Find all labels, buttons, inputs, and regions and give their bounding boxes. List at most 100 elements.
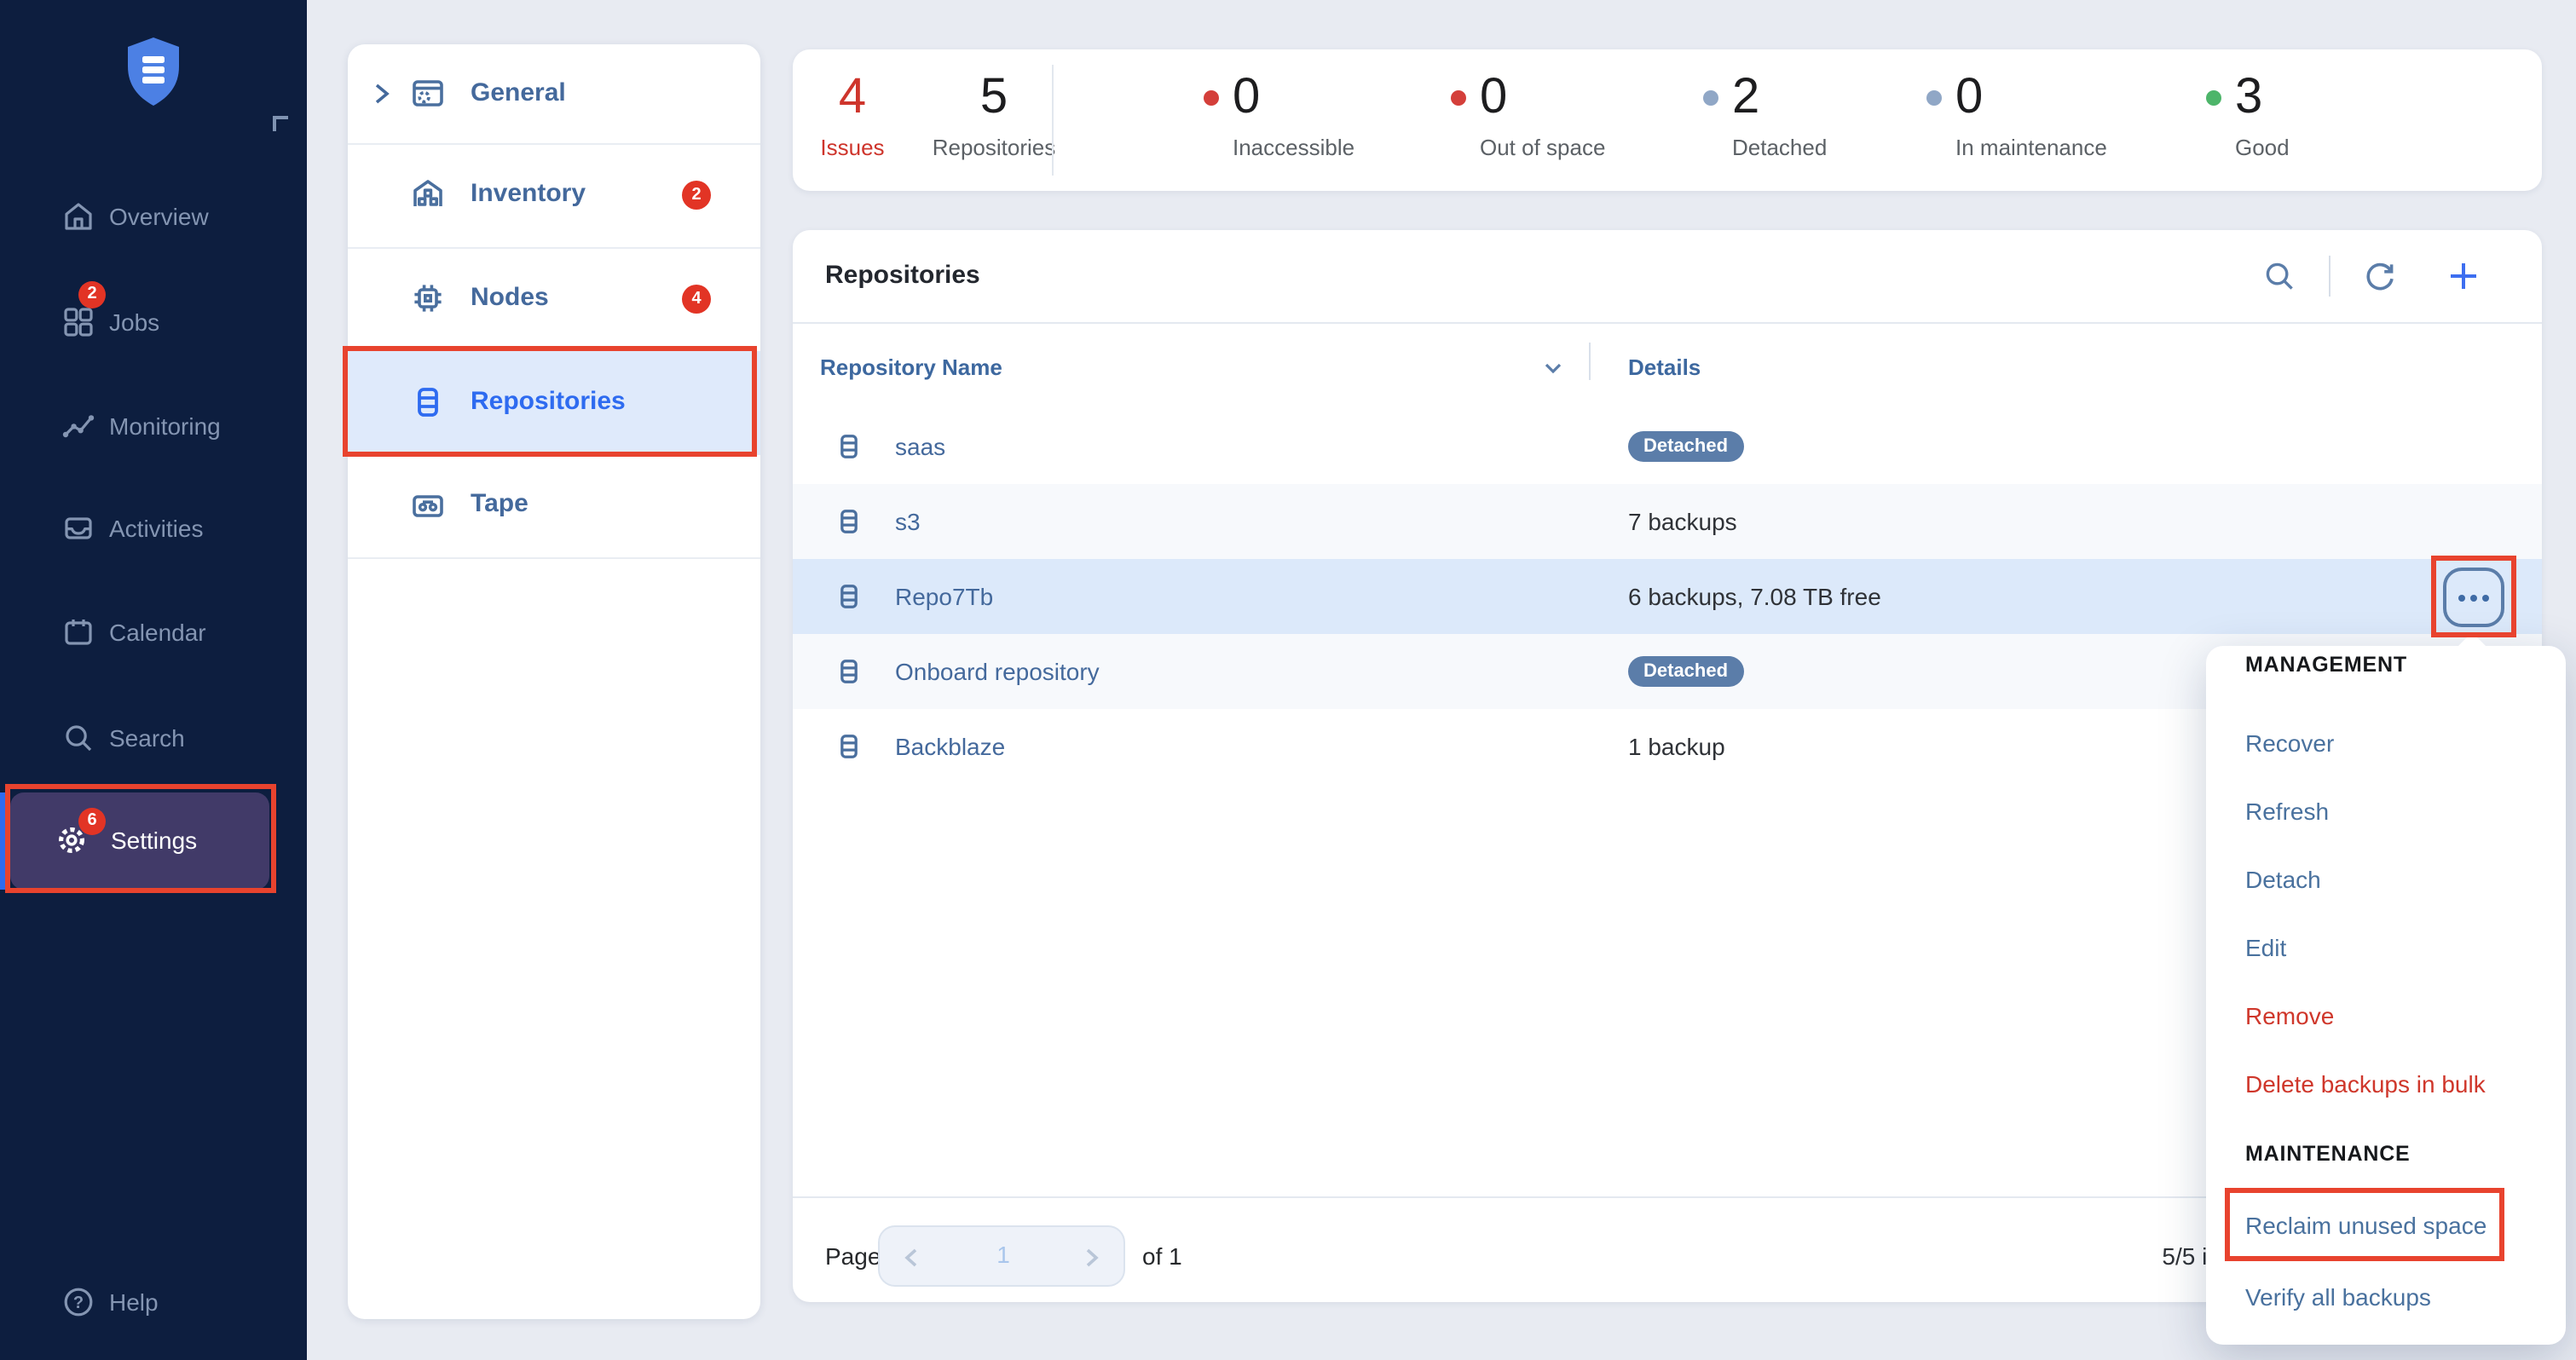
search-icon[interactable] xyxy=(2262,259,2296,293)
help-icon: ? xyxy=(61,1285,95,1319)
status-dot-gray xyxy=(1926,90,1942,106)
settings-badge: 6 xyxy=(78,808,106,835)
plus-icon[interactable] xyxy=(2446,259,2481,293)
database-icon xyxy=(834,506,864,537)
repository-details: 7 backups xyxy=(1628,484,1737,559)
sidebar-item-label: Calendar xyxy=(109,598,206,666)
subnav-item-inventory[interactable]: Inventory 2 xyxy=(348,143,760,247)
sidebar-item-label: Jobs xyxy=(109,288,159,356)
sort-chevron-icon[interactable] xyxy=(1543,361,1563,375)
monitoring-icon xyxy=(61,409,95,443)
table-row-s3[interactable]: s3 7 backups xyxy=(793,484,2542,559)
stat-issues: 4 Issues xyxy=(800,68,905,160)
sidebar-item-label: Overview xyxy=(109,182,209,251)
chevron-right-icon[interactable] xyxy=(1084,1248,1100,1268)
menu-item-refresh[interactable]: Refresh xyxy=(2245,798,2329,827)
window-gear-icon xyxy=(409,75,447,112)
database-icon xyxy=(834,656,864,687)
sidebar-item-label: Settings xyxy=(111,792,197,890)
menu-item-detach[interactable]: Detach xyxy=(2245,866,2321,895)
calendar-icon xyxy=(61,615,95,649)
sidebar-item-search[interactable]: Search xyxy=(0,704,307,772)
stat-label: Out of space xyxy=(1480,135,1605,160)
subnav-item-repositories[interactable]: Repositories xyxy=(348,351,760,455)
shield-logo xyxy=(124,36,182,107)
stat-good: 3 Good xyxy=(2235,68,2290,160)
repository-name[interactable]: saas xyxy=(895,409,945,484)
stat-detached: 2 Detached xyxy=(1732,68,1827,160)
refresh-icon[interactable] xyxy=(2363,259,2397,293)
status-badge: Detached xyxy=(1628,656,1743,687)
repository-name[interactable]: s3 xyxy=(895,484,921,559)
subnav-item-nodes[interactable]: Nodes 4 xyxy=(348,247,760,351)
row-actions-ellipsis-button[interactable] xyxy=(2443,568,2504,627)
sidebar-item-settings[interactable]: 6 Settings xyxy=(10,792,269,890)
subnav-item-label: General xyxy=(471,78,566,107)
pagination-control: 1 xyxy=(878,1225,1125,1287)
subnav-item-label: Repositories xyxy=(471,387,626,416)
status-dot-green xyxy=(2206,90,2221,106)
status-badge: Detached xyxy=(1628,431,1743,462)
repository-details: 6 backups, 7.08 TB free xyxy=(1628,559,1881,634)
sidebar-item-activities[interactable]: Activities xyxy=(0,494,307,562)
database-icon xyxy=(409,383,447,421)
subnav-item-label: Nodes xyxy=(471,283,549,312)
sidebar-item-label: Search xyxy=(109,704,185,772)
database-icon xyxy=(834,731,864,762)
repository-name[interactable]: Onboard repository xyxy=(895,634,1100,709)
stat-label: Issues xyxy=(800,135,905,160)
repositories-summary-card: 4 Issues 5 Repositories 0 Inaccessible 0… xyxy=(793,49,2542,191)
settings-subnav: General Inventory 2 xyxy=(348,44,760,1319)
sidebar-item-help[interactable]: ? Help xyxy=(0,1268,307,1336)
stat-value: 0 xyxy=(1955,68,2107,126)
stat-value: 2 xyxy=(1732,68,1827,126)
sidebar-item-monitoring[interactable]: Monitoring xyxy=(0,392,307,460)
sidebar-item-overview[interactable]: Overview xyxy=(0,182,307,251)
menu-item-remove[interactable]: Remove xyxy=(2245,1002,2334,1031)
menu-item-recover[interactable]: Recover xyxy=(2245,729,2334,758)
menu-item-reclaim-unused-space[interactable]: Reclaim unused space xyxy=(2245,1212,2486,1241)
database-icon xyxy=(834,581,864,612)
divider xyxy=(348,557,760,559)
sidebar-item-calendar[interactable]: Calendar xyxy=(0,598,307,666)
subnav-item-tape[interactable]: Tape xyxy=(348,455,760,557)
sidebar-item-jobs[interactable]: 2 Jobs xyxy=(0,288,307,356)
row-actions-context-menu: MANAGEMENT Recover Refresh Detach Edit R… xyxy=(2206,646,2566,1345)
inbox-icon xyxy=(61,511,95,545)
nodes-badge: 4 xyxy=(682,285,711,314)
repository-name[interactable]: Repo7Tb xyxy=(895,559,993,634)
collapse-corner-icon[interactable] xyxy=(273,116,288,131)
subnav-item-label: Inventory xyxy=(471,179,586,208)
subnav-item-label: Tape xyxy=(471,489,528,518)
menu-item-edit[interactable]: Edit xyxy=(2245,934,2286,963)
menu-item-verify-all-backups[interactable]: Verify all backups xyxy=(2245,1283,2431,1312)
inventory-badge: 2 xyxy=(682,181,711,210)
stat-label: Detached xyxy=(1732,135,1827,160)
menu-item-delete-backups-in-bulk[interactable]: Delete backups in bulk xyxy=(2245,1070,2486,1099)
search-icon xyxy=(61,721,95,755)
status-dot-gray xyxy=(1703,90,1718,106)
stat-label: In maintenance xyxy=(1955,135,2107,160)
page-label: Page xyxy=(825,1239,881,1273)
subnav-item-general[interactable]: General xyxy=(348,44,760,143)
divider xyxy=(793,322,2542,324)
table-row-repo7tb[interactable]: Repo7Tb 6 backups, 7.08 TB free xyxy=(793,559,2542,634)
warehouse-icon xyxy=(409,176,447,213)
page-of-label: of 1 xyxy=(1142,1239,1182,1273)
stat-in-maintenance: 0 In maintenance xyxy=(1955,68,2107,160)
selected-indicator xyxy=(0,792,7,890)
sidebar-item-label: Monitoring xyxy=(109,392,221,460)
svg-text:?: ? xyxy=(73,1294,84,1312)
repository-name[interactable]: Backblaze xyxy=(895,709,1005,784)
home-icon xyxy=(61,199,95,233)
primary-sidebar: Overview 2 Jobs Monitoring xyxy=(0,0,307,1360)
stat-label: Good xyxy=(2235,135,2290,160)
stat-label: Inaccessible xyxy=(1233,135,1354,160)
menu-section-maintenance: MAINTENANCE xyxy=(2245,1142,2411,1166)
grid-icon xyxy=(61,305,95,339)
repository-details: 1 backup xyxy=(1628,709,1725,784)
column-header-repository-name[interactable]: Repository Name xyxy=(820,353,1002,383)
stat-value: 4 xyxy=(800,68,905,126)
table-row-saas[interactable]: saas Detached xyxy=(793,409,2542,484)
divider xyxy=(2329,256,2331,297)
